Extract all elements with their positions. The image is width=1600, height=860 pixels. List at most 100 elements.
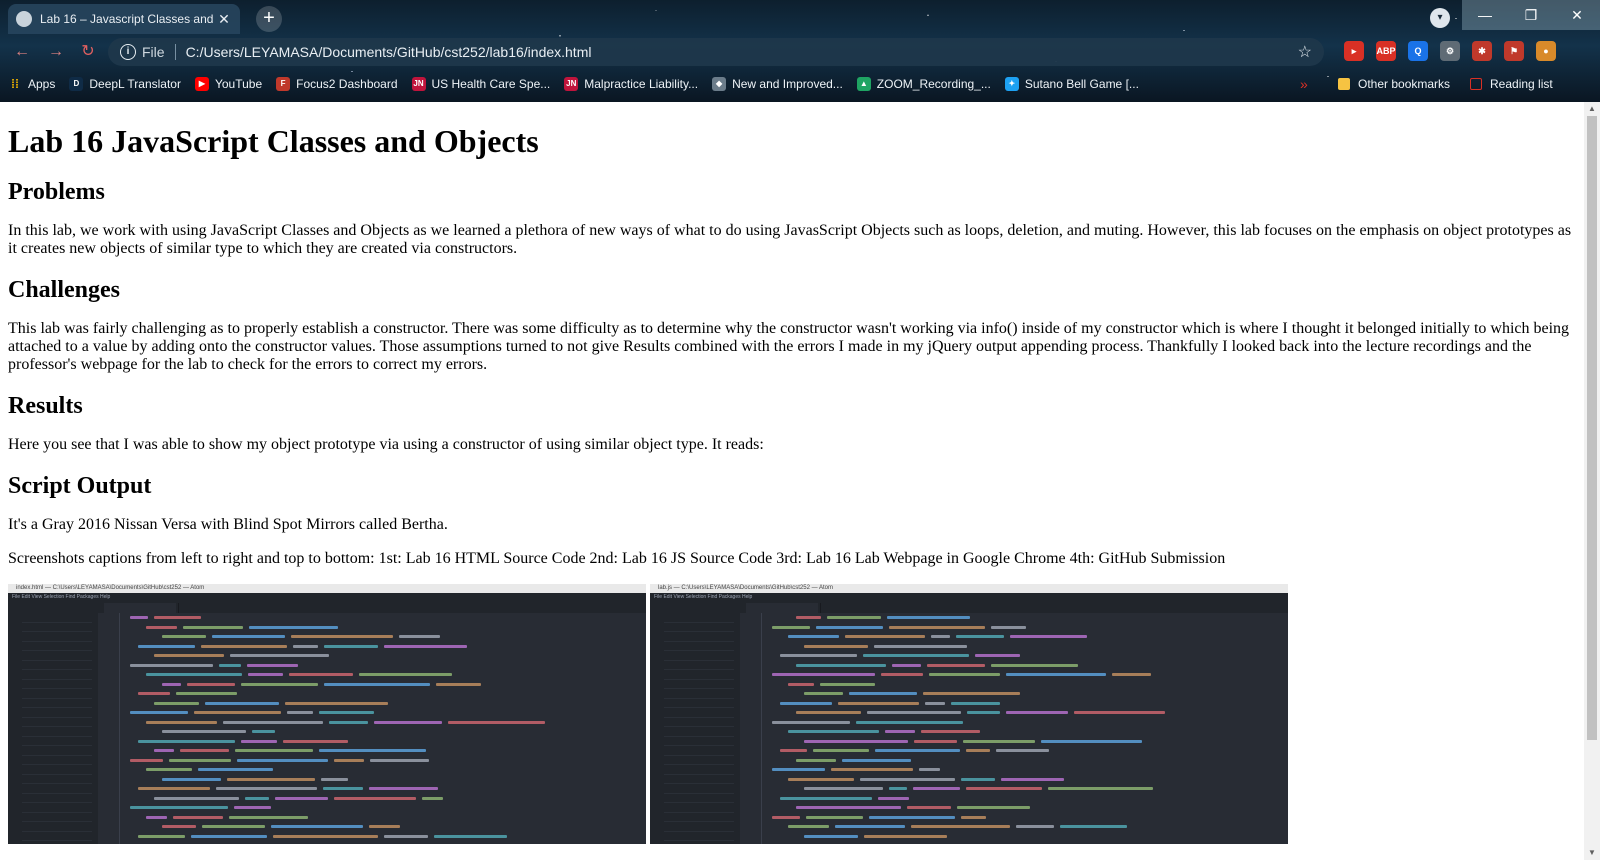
bookmark-item[interactable]: ▶ YouTube [194,77,263,91]
file-tree-row [22,661,92,670]
screenshot-menu-bar: File Edit View Selection Find Packages H… [650,593,1288,601]
page-title: Lab 16 JavaScript Classes and Objects [8,123,539,159]
bookmark-label: Other bookmarks [1358,77,1451,91]
code-line [130,718,646,728]
bookmark-star-icon[interactable]: ☆ [1298,42,1312,62]
avatar-icon[interactable]: ● [1536,41,1556,61]
code-line [772,689,1288,699]
reading-list-button[interactable]: Reading list [1470,72,1553,96]
puzzle-icon[interactable]: ✱ [1472,41,1492,61]
code-line [772,727,1288,737]
screenshot-code-area [100,613,646,844]
code-line [772,680,1288,690]
code-line [130,803,646,813]
code-line [130,765,646,775]
file-tree-row [22,632,92,642]
code-line [772,832,1288,842]
file-tree-row [664,642,734,651]
abp-icon[interactable]: ABP [1376,41,1396,61]
problems-heading: Problems [8,179,105,205]
browser-tab-active[interactable]: Lab 16 – Javascript Classes and C ✕ [8,4,240,34]
code-line [130,651,646,661]
bookmark-item[interactable]: ✦ Sutano Bell Game [... [1004,77,1139,91]
apps-grid-icon: ⁞⁞ [11,77,19,91]
file-tree-row [664,680,734,689]
bookmark-item[interactable]: JN US Health Care Spe... [411,77,550,91]
screenshot-editor-tabs [8,601,646,613]
ext-red-icon[interactable]: ▸ [1344,41,1364,61]
bookmark-item[interactable]: ◆ New and Improved... [712,77,843,91]
bookmark-item[interactable]: JN Malpractice Liability... [564,77,698,91]
file-tree-row [664,756,734,765]
file-tree-row [664,765,734,775]
new-tab-button[interactable]: + [256,6,282,32]
file-tree-row [22,746,92,756]
code-line [130,670,646,680]
gear-icon[interactable]: ⚙ [1440,41,1460,61]
code-line [772,737,1288,747]
bookmark-apps[interactable]: ⁞⁞ Apps [8,77,55,91]
code-line [130,784,646,794]
scrollbar-thumb[interactable] [1587,116,1597,740]
file-tree-row [664,794,734,803]
site-info-icon[interactable]: i [120,44,136,60]
code-line [130,699,646,709]
screenshot-window-title: index.html — C:\Users\LEYAMASA\Documents… [8,584,646,593]
file-tree-row [22,756,92,765]
file-tree-row [664,708,734,718]
file-tree-row [664,632,734,642]
file-tree-row [22,794,92,803]
address-bar[interactable]: i File C:/Users/LEYAMASA/Documents/GitHu… [108,38,1324,66]
window-restore-button[interactable]: ❐ [1508,0,1554,30]
file-tree-row [22,623,92,632]
file-tree-row [22,775,92,784]
file-tree-row [664,775,734,784]
bookmark-other-folder[interactable]: Other bookmarks [1338,72,1450,96]
ext-flag-icon[interactable]: ⚑ [1504,41,1524,61]
file-tree-row [22,832,92,841]
bookmark-item[interactable]: F Focus2 Dashboard [276,77,398,91]
code-line [772,756,1288,766]
page-scrollbar[interactable]: ▲ ▼ [1584,102,1600,860]
search-ext-icon[interactable]: Q [1408,41,1428,61]
code-line [130,756,646,766]
file-tree-row [22,822,92,832]
file-tree-row [664,813,734,822]
code-line [772,661,1288,671]
bookmark-item[interactable]: ▲ ZOOM_Recording_... [856,77,991,91]
screenshot-file-tree [650,613,740,844]
tab-search-icon[interactable]: ▾ [1430,8,1450,28]
bookmark-item[interactable]: D DeepL Translator [69,77,181,91]
jn-icon: JN [411,77,426,91]
scroll-up-arrow-icon[interactable]: ▲ [1584,102,1600,116]
bookmarks-more-button[interactable]: » [1300,72,1308,96]
screenshot-menu-bar: File Edit View Selection Find Packages H… [8,593,646,601]
code-line [772,803,1288,813]
drive-icon: ▲ [856,77,871,91]
youtube-icon: ▶ [194,77,209,91]
reading-list-icon [1470,78,1482,90]
file-tree-row [664,651,734,661]
script-output-heading: Script Output [8,473,152,499]
code-line [772,642,1288,652]
scroll-down-arrow-icon[interactable]: ▼ [1584,846,1600,860]
file-tree-row [22,680,92,689]
bookmark-label: YouTube [214,77,263,91]
window-close-button[interactable]: ✕ [1554,0,1600,30]
tab-title: Lab 16 – Javascript Classes and C [40,12,216,26]
tab-close-icon[interactable]: ✕ [216,11,232,28]
code-line [772,613,1288,623]
twitter-icon: ✦ [1004,77,1019,91]
reload-button[interactable]: ↻ [76,40,100,64]
code-line [130,689,646,699]
file-tree-row [22,718,92,727]
chevron-right-icon: » [1300,76,1308,92]
code-line [130,632,646,642]
url-text[interactable]: C:/Users/LEYAMASA/Documents/GitHub/cst25… [186,44,1298,60]
code-line [772,813,1288,823]
forward-button[interactable]: → [44,40,68,64]
file-tree-row [664,746,734,756]
window-minimize-button[interactable]: — [1462,0,1508,30]
code-line [130,737,646,747]
back-button[interactable]: ← [10,40,34,64]
